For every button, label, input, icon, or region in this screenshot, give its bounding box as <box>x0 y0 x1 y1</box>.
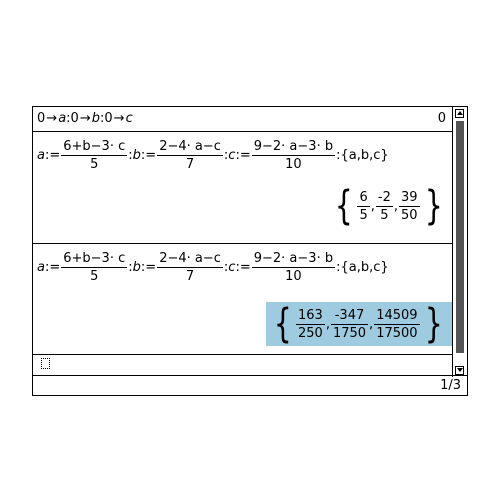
entry-2-input: a := 6+b−3· c 5 : b := 2−4· a−c 7 : c := <box>37 138 389 173</box>
scroll-down-icon[interactable] <box>455 366 464 375</box>
fraction-numerator: 14509 <box>376 307 418 323</box>
assign-op: := <box>235 148 251 163</box>
open-brace: { <box>273 301 292 347</box>
fraction-numerator: 6+b−3· c <box>63 139 126 154</box>
fraction-numerator: 2−4· a−c <box>159 251 221 266</box>
value-zero: 0 <box>37 111 46 126</box>
entry-3-input: a := 6+b−3· c 5 : b := 2−4· a−c 7 : c := <box>37 250 389 285</box>
fraction-denominator: 5 <box>90 157 99 172</box>
assign-op: := <box>44 260 61 275</box>
scroll-up-icon[interactable] <box>455 109 464 118</box>
var-c: c <box>125 111 133 126</box>
var-b: b <box>132 148 141 163</box>
history-area[interactable]: 0 → a : 0 → b : 0 → c 0 a := 6+b−3· c 5 … <box>33 107 452 377</box>
store-arrow: → <box>79 111 91 126</box>
page-indicator: 1/3 <box>440 378 461 393</box>
scrollbar-thumb[interactable] <box>456 121 464 353</box>
fraction-denominator: 10 <box>285 157 302 172</box>
history-entry-1[interactable]: 0 → a : 0 → b : 0 → c 0 <box>33 107 452 131</box>
close-brace: } <box>424 183 443 229</box>
fraction-denominator: 5 <box>359 207 368 223</box>
fraction-numerator: -2 <box>377 189 391 205</box>
var-c: c <box>228 148 236 163</box>
result-fraction: -2 5 <box>375 189 393 224</box>
result-fraction: 163 250 <box>295 307 325 342</box>
store-arrow: → <box>113 111 125 126</box>
entry-1-input: 0 → a : 0 → b : 0 → c <box>37 111 133 126</box>
var-b: b <box>91 111 100 126</box>
comma: , <box>369 316 374 332</box>
calculator-screen: 0 → a : 0 → b : 0 → c 0 a := 6+b−3· c 5 … <box>32 106 468 396</box>
fraction-numerator: -347 <box>334 307 365 323</box>
assign-op: := <box>140 260 157 275</box>
fraction-denominator: 17500 <box>376 325 418 341</box>
var-a: a <box>37 148 45 163</box>
history-entry-3[interactable]: a := 6+b−3· c 5 : b := 2−4· a−c 7 : c := <box>33 244 452 354</box>
var-c: c <box>228 260 236 275</box>
entry-input-line[interactable] <box>33 355 452 377</box>
result-fraction: 6 5 <box>357 189 370 224</box>
assign-op: := <box>44 148 61 163</box>
fraction-numerator: 39 <box>401 189 418 205</box>
fraction-denominator: 250 <box>297 325 323 341</box>
comma: , <box>325 316 330 332</box>
fraction-b: 2−4· a−c 7 <box>157 138 223 173</box>
fraction-denominator: 5 <box>380 207 389 223</box>
history-entry-2[interactable]: a := 6+b−3· c 5 : b := 2−4· a−c 7 : c := <box>33 132 452 243</box>
fraction-numerator: 9−2· a−3· b <box>253 139 334 154</box>
value-zero: 0 <box>70 111 79 126</box>
fraction-c: 9−2· a−3· b 10 <box>251 138 336 173</box>
entry-3-result-selected[interactable]: { 163 250 , -347 1750 , 14509 17500} <box>265 301 452 347</box>
fraction-numerator: 2−4· a−c <box>159 139 221 154</box>
variable-list: {a,b,c} <box>340 260 389 275</box>
fraction-denominator: 7 <box>185 157 195 172</box>
close-brace: } <box>424 301 443 347</box>
status-bar: 1/3 <box>33 375 467 395</box>
fraction-numerator: 9−2· a−3· b <box>253 251 334 266</box>
fraction-denominator: 1750 <box>332 325 367 341</box>
store-arrow: → <box>46 111 58 126</box>
fraction-a: 6+b−3· c 5 <box>61 138 128 173</box>
variable-list: {a,b,c} <box>340 148 389 163</box>
fraction-denominator: 10 <box>285 269 302 284</box>
fraction-numerator: 6 <box>359 189 368 205</box>
fraction-denominator: 5 <box>90 269 99 284</box>
fraction-b: 2−4· a−c 7 <box>157 250 223 285</box>
result-fraction: 39 50 <box>399 189 420 224</box>
fraction-numerator: 163 <box>297 307 323 323</box>
input-cursor-box[interactable] <box>41 358 50 369</box>
fraction-denominator: 7 <box>185 269 195 284</box>
var-a: a <box>58 111 67 126</box>
var-b: b <box>132 260 141 275</box>
assign-op: := <box>140 148 157 163</box>
fraction-denominator: 50 <box>401 207 418 223</box>
comma: , <box>370 198 375 214</box>
assign-op: := <box>235 260 251 275</box>
entry-2-result: { 6 5 , -2 5 , 39 50 } <box>331 186 446 226</box>
result-fraction: 14509 17500 <box>374 307 420 342</box>
fraction-numerator: 6+b−3· c <box>63 251 126 266</box>
var-a: a <box>37 260 45 275</box>
value-zero: 0 <box>104 111 113 126</box>
fraction-c: 9−2· a−3· b 10 <box>251 250 336 285</box>
comma: , <box>393 198 398 214</box>
open-brace: { <box>334 183 353 229</box>
vertical-scrollbar[interactable] <box>452 107 467 377</box>
entry-1-result: 0 <box>437 111 446 126</box>
result-fraction: -347 1750 <box>330 307 369 342</box>
fraction-a: 6+b−3· c 5 <box>61 250 128 285</box>
